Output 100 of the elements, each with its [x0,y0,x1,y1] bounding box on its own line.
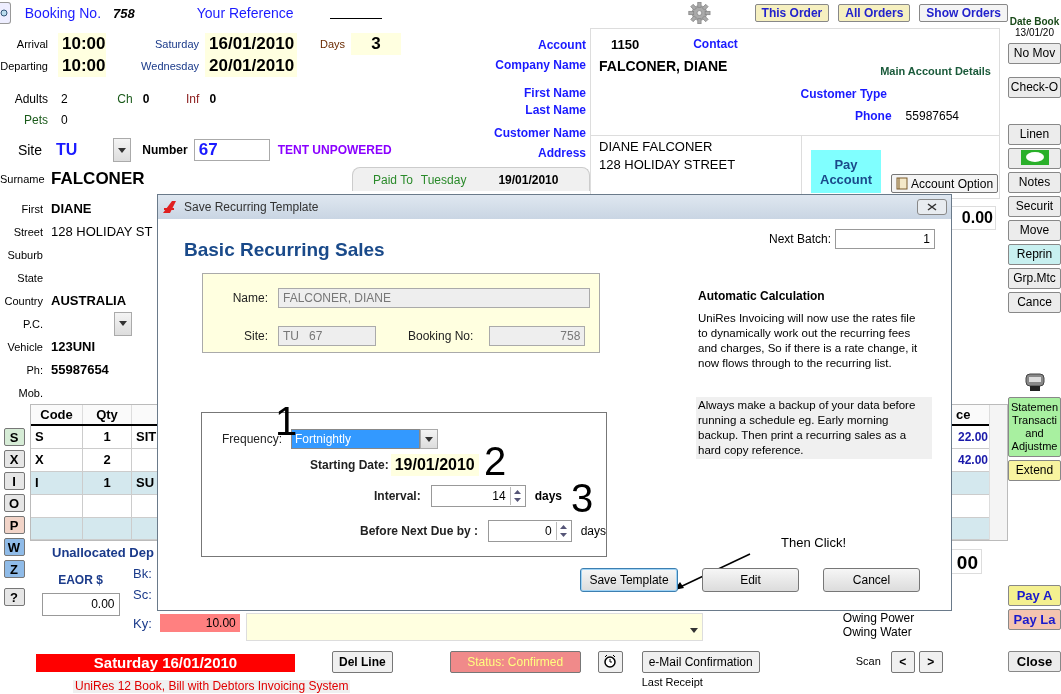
side-button[interactable]: Grp.Mtc [1008,268,1061,289]
guest-count: 2 [61,92,68,106]
account-field-label: Account [538,38,586,53]
letter-button[interactable]: P [3,516,25,534]
before-next-due-field[interactable]: 0 [488,520,572,542]
guest-count: 0 [142,92,150,106]
notes-field[interactable] [245,613,703,641]
eaor-label: EAOR $ [58,573,103,587]
dialog-button[interactable]: Cancel [823,568,920,592]
side-button[interactable]: Reprin [1008,244,1061,265]
last-receipt-label: Last Receipt [641,676,704,688]
email-confirmation-button[interactable]: e-Mail Confirmation [641,651,760,673]
booking-number-label: Booking No. [24,5,102,21]
number-field[interactable]: 67 [193,139,270,161]
order-button[interactable]: Show Orders [919,4,1008,22]
dialog-heading: Basic Recurring Sales [184,239,386,261]
callout-text: Then Click! [781,535,847,550]
guest-label: Pets [23,113,48,127]
name-field[interactable]: FALCONER, DIANE [278,288,590,308]
side-button[interactable]: Close [1008,651,1061,672]
account-field-label: Customer Name [493,126,586,141]
alarm-clock-icon [603,653,618,668]
before-next-due-unit: days [580,524,606,538]
bk-label: Bk: [133,565,152,583]
paid-to-tab[interactable]: Paid To Tuesday 19/01/2010 [352,167,590,191]
scan-label: Scan [855,655,881,667]
dialog-title: Save Recurring Template [184,200,320,214]
interval-field[interactable]: 14 [430,485,526,507]
side-button[interactable]: Notes [1008,172,1061,193]
side-button[interactable]: Pay La [1008,609,1061,630]
side-button[interactable]: Move [1008,220,1061,241]
side-button[interactable]: Check-O [1008,77,1061,98]
table-cell-text: 42.00 [956,452,989,469]
before-next-due-label: Before Next Due by : [360,524,479,538]
letter-button[interactable]: X [3,450,25,468]
alarm-clock-button[interactable] [597,651,623,673]
scan-button[interactable]: > [918,651,943,673]
postcode-dropdown[interactable] [114,311,132,336]
sms-button[interactable] [1008,148,1061,169]
account-field-label: Last Name [525,103,586,118]
site-field[interactable]: TU 67 [278,326,376,346]
pay-account-button[interactable]: Pay Account [811,150,881,193]
letter-button[interactable]: O [3,494,25,512]
info-text: UniRes Invoicing will now use the rates file to dynamically work out the recurring fees and charges, So if there is a rate change, it now flows through to the recurring list. [698,311,919,371]
frequency-dropdown-button[interactable] [420,429,438,449]
delete-line-button[interactable]: Del Line [332,651,393,673]
days-label: Days [318,38,345,50]
order-button[interactable]: This Order [754,4,830,22]
contact-label: Contact [693,37,738,52]
field-value: 123UNI [51,339,96,354]
account-field-label: Company Name [495,58,586,73]
search-button[interactable] [0,2,11,24]
account-field-label: First Name [523,86,586,101]
booking-number-field[interactable]: 758 [489,326,586,346]
departing-date: 20/01/2010 [205,55,297,77]
site-type: TENT UNPOWERED [277,143,392,157]
field-label: Suburb [6,248,43,261]
side-button[interactable]: Pay A [1008,585,1061,606]
interval-unit: days [534,489,563,503]
side-button[interactable]: Linen [1008,124,1061,145]
table-cell: I [31,472,83,494]
guest-count: 0 [209,92,217,106]
close-button[interactable] [917,199,947,215]
field-label: First [20,202,43,215]
order-button[interactable]: All Orders [838,4,911,22]
letter-button[interactable]: I [3,472,25,490]
eaor-field[interactable]: 0.00 [41,593,120,616]
printer-icon[interactable] [1022,370,1047,394]
field-value: AUSTRALIA [51,293,127,308]
gear-icon[interactable] [687,0,711,26]
side-button[interactable]: Cance [1008,292,1061,313]
letter-button[interactable]: Z [3,560,25,578]
field-label: Country [3,294,43,307]
letter-button[interactable]: W [3,538,25,556]
departing-label: Departing [0,60,48,72]
scan-button[interactable]: < [890,651,915,673]
field-label: Mob. [17,386,43,399]
dialog-button[interactable]: Save Template [580,568,678,592]
dialog-button[interactable]: Edit [702,568,799,592]
arrival-time: 10:00 [58,33,106,55]
next-batch-field[interactable]: 1 [835,229,935,249]
letter-button[interactable]: S [3,428,25,446]
table-cell: S [31,426,83,448]
booking-number-label: Booking No: [408,329,475,343]
interval-label: Interval: [374,489,421,503]
account-option-button[interactable]: Account Option [891,174,999,193]
sms-icon [1019,149,1050,166]
letter-button[interactable]: ? [3,588,25,606]
notebook-icon [896,177,908,190]
side-button[interactable]: Securit [1008,196,1061,217]
table-cell: 1 [83,426,132,448]
site-dropdown[interactable] [113,138,132,162]
ky-label: Ky: [133,614,152,633]
date-booked: 13/01/20 [1014,27,1055,38]
customer-address: 128 HOLIDAY STREET [599,156,737,174]
side-button[interactable]: No Mov [1008,43,1061,64]
statement-button[interactable]: Statemen Transacti and Adjustme [1008,397,1061,457]
field-label: Ph: [25,363,43,376]
side-button[interactable]: Extend [1008,460,1061,481]
deposit-title: Unallocated Dep [52,545,154,560]
